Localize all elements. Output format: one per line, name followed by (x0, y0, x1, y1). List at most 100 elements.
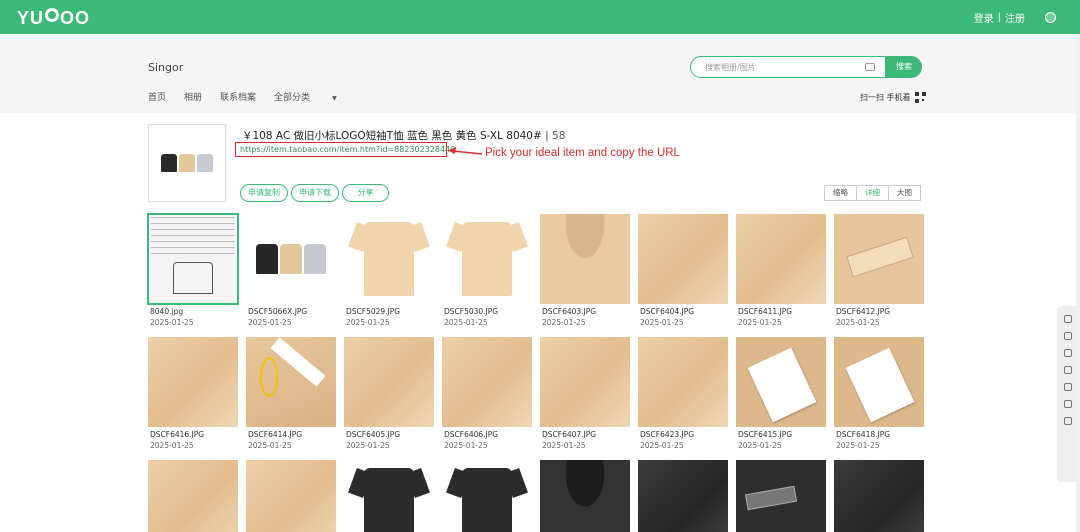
annotation-arrow-icon (448, 147, 483, 155)
owner-nav: 首页 相册 联系档案 全部分类 ▼ (148, 90, 373, 103)
photo-thumbnail[interactable] (442, 460, 532, 532)
ai-icon[interactable] (1063, 332, 1072, 340)
page-scrollbar[interactable] (1076, 34, 1080, 532)
photo-filename[interactable]: 8040.jpg (150, 307, 183, 316)
nav-contact[interactable]: 联系档案 (220, 90, 256, 103)
photo-date: 2025-01-25 (248, 441, 292, 450)
more-icon[interactable] (1063, 417, 1072, 425)
title-separator: | (545, 130, 549, 142)
account-links: 登录 | 注册 (974, 10, 1056, 25)
photo-thumbnail[interactable] (834, 214, 924, 304)
photo-filename[interactable]: DSCF6414.JPG (248, 430, 302, 439)
photo-thumbnail[interactable] (834, 337, 924, 427)
cover-tee-yellow (179, 154, 195, 172)
photo-filename[interactable]: DSCF5066X.JPG (248, 307, 307, 316)
qr-code-icon (914, 92, 926, 103)
photo-thumbnail[interactable] (736, 214, 826, 304)
photo-filename[interactable]: DSCF6405.JPG (346, 430, 400, 439)
photo-thumbnail[interactable] (834, 460, 924, 532)
cover-tee-black (161, 154, 177, 172)
photo-filename[interactable]: DSCF6404.JPG (640, 307, 694, 316)
photo-filename[interactable]: DSCF5029.JPG (346, 307, 400, 316)
album-owner-header: Singor 首页 相册 联系档案 全部分类 ▼ 搜索相册/图片 搜索 扫一扫 手… (0, 34, 1076, 113)
photo-date: 2025-01-25 (640, 318, 684, 327)
photo-thumbnail[interactable] (736, 337, 826, 427)
photo-date: 2025-01-25 (640, 441, 684, 450)
apply-download-button[interactable]: 申请下载 (291, 184, 339, 202)
scan-label: 扫一扫 手机看 (860, 93, 911, 102)
translate-icon[interactable] (1063, 366, 1072, 374)
register-link[interactable]: 注册 (1005, 10, 1025, 25)
camera-icon[interactable] (1063, 400, 1072, 408)
pin-icon[interactable] (1063, 315, 1072, 323)
photo-thumbnail[interactable] (736, 460, 826, 532)
view-large[interactable]: 大图 (888, 185, 921, 201)
photo-thumbnail[interactable] (147, 213, 239, 305)
search-input[interactable]: 搜索相册/图片 (705, 62, 756, 73)
photo-thumbnail[interactable] (442, 337, 532, 427)
globe-icon[interactable] (1045, 12, 1056, 23)
search-box[interactable]: 搜索相册/图片 (690, 56, 886, 78)
product-url-link[interactable]: https://item.taobao.com/item.htm?id=8823… (240, 145, 455, 154)
photo-filename[interactable]: DSCF6418.JPG (836, 430, 890, 439)
photo-thumbnail[interactable] (638, 337, 728, 427)
photo-filename[interactable]: DSCF6403.JPG (542, 307, 596, 316)
photo-date: 2025-01-25 (248, 318, 292, 327)
view-detail[interactable]: 详细 (856, 185, 889, 201)
photo-filename[interactable]: DSCF6415.JPG (738, 430, 792, 439)
side-toolbar (1057, 306, 1078, 482)
photo-date: 2025-01-25 (542, 318, 586, 327)
edit-icon[interactable] (1063, 349, 1072, 357)
nav-home[interactable]: 首页 (148, 90, 166, 103)
top-bar: YU OO 登录 | 注册 (0, 0, 1080, 34)
nav-categories[interactable]: 全部分类 ▼ (274, 90, 355, 103)
photo-filename[interactable]: DSCF5030.JPG (444, 307, 498, 316)
photo-date: 2025-01-25 (150, 318, 194, 327)
photo-date: 2025-01-25 (738, 318, 782, 327)
photo-date: 2025-01-25 (346, 318, 390, 327)
album-cover[interactable] (148, 124, 226, 202)
photo-date: 2025-01-25 (836, 441, 880, 450)
yupoo-logo[interactable]: YU OO (17, 7, 90, 29)
photo-date: 2025-01-25 (542, 441, 586, 450)
nav-albums[interactable]: 相册 (184, 90, 202, 103)
photo-thumbnail[interactable] (148, 337, 238, 427)
login-link[interactable]: 登录 (974, 10, 994, 25)
view-thumbnail[interactable]: 缩略 (824, 185, 857, 201)
photo-thumbnail[interactable] (540, 460, 630, 532)
photo-thumbnail[interactable] (246, 337, 336, 427)
logo-swirl-icon (45, 8, 60, 22)
document-icon[interactable] (1063, 383, 1072, 391)
photo-thumbnail[interactable] (540, 214, 630, 304)
photo-filename[interactable]: DSCF6416.JPG (150, 430, 204, 439)
photo-date: 2025-01-25 (444, 318, 488, 327)
photo-filename[interactable]: DSCF6423.JPG (640, 430, 694, 439)
photo-filename[interactable]: DSCF6407.JPG (542, 430, 596, 439)
photo-date: 2025-01-25 (346, 441, 390, 450)
photo-date: 2025-01-25 (738, 441, 782, 450)
apply-copy-button[interactable]: 申请复制 (240, 184, 288, 202)
owner-name[interactable]: Singor (148, 61, 183, 74)
photo-thumbnail[interactable] (442, 214, 532, 304)
photo-thumbnail[interactable] (246, 460, 336, 532)
photo-thumbnail[interactable] (344, 337, 434, 427)
photo-date: 2025-01-25 (150, 441, 194, 450)
photo-thumbnail[interactable] (638, 214, 728, 304)
nav-categories-label: 全部分类 (274, 93, 311, 103)
photo-thumbnail[interactable] (344, 460, 434, 532)
search-button[interactable]: 搜索 (886, 56, 922, 78)
photo-thumbnail[interactable] (638, 460, 728, 532)
photo-thumbnail[interactable] (246, 214, 336, 304)
camera-icon[interactable] (865, 63, 875, 71)
photo-filename[interactable]: DSCF6411.JPG (738, 307, 792, 316)
share-button[interactable]: 分享 (342, 184, 389, 202)
link-separator: | (997, 12, 1001, 23)
photo-filename[interactable]: DSCF6406.JPG (444, 430, 498, 439)
view-mode-toggle: 缩略 详细 大图 (824, 185, 921, 201)
caret-down-icon: ▼ (332, 95, 337, 102)
scan-qr[interactable]: 扫一扫 手机看 (860, 92, 926, 103)
photo-thumbnail[interactable] (344, 214, 434, 304)
photo-thumbnail[interactable] (540, 337, 630, 427)
photo-filename[interactable]: DSCF6412.JPG (836, 307, 890, 316)
photo-thumbnail[interactable] (148, 460, 238, 532)
